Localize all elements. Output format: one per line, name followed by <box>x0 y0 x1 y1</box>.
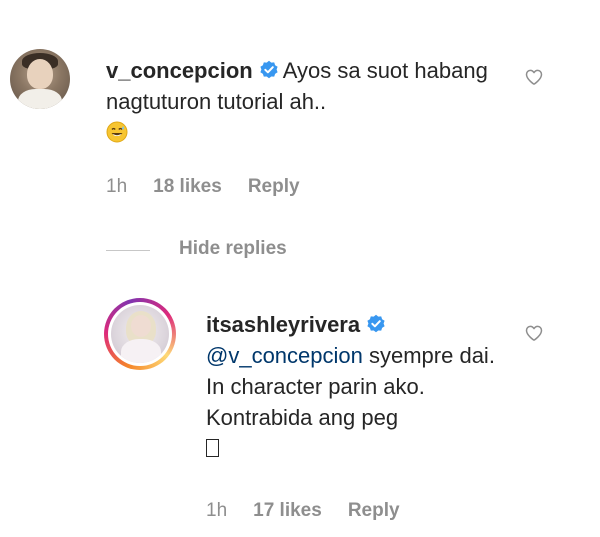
reply-meta: 1h 17 likes Reply <box>206 500 426 522</box>
avatar-itsashleyrivera[interactable] <box>104 298 176 370</box>
avatar-face <box>27 59 53 89</box>
reply-reply-button[interactable]: Reply <box>348 500 400 521</box>
avatar-body <box>121 339 161 363</box>
avatar-body <box>18 89 62 109</box>
comment-reply-button[interactable]: Reply <box>248 176 300 197</box>
reply-time[interactable]: 1h <box>206 500 227 521</box>
verified-badge-icon <box>260 60 278 79</box>
heart-outline-icon[interactable] <box>524 323 544 343</box>
missing-glyph-icon <box>206 439 219 457</box>
comment-meta: 1h 18 likes Reply <box>106 176 326 198</box>
avatar-v-concepcion[interactable] <box>10 49 70 109</box>
reply-body: itsashleyrivera @v_concepcion syempre da… <box>206 309 506 464</box>
comment-time[interactable]: 1h <box>106 176 127 197</box>
emoji-icon <box>106 121 128 143</box>
verified-badge-icon <box>367 314 385 333</box>
hide-replies-button[interactable]: Hide replies <box>179 238 287 260</box>
avatar-photo <box>111 305 169 363</box>
reply-mention-link[interactable]: @v_concepcion <box>206 343 363 368</box>
comment-likes[interactable]: 18 likes <box>153 176 222 197</box>
avatar-face <box>131 315 151 337</box>
hide-replies-divider <box>106 250 150 251</box>
reply-likes[interactable]: 17 likes <box>253 500 322 521</box>
comment-username[interactable]: v_concepcion <box>106 58 253 83</box>
comment-body: v_concepcion Ayos sa suot habang nagtutur… <box>106 55 506 148</box>
reply-username[interactable]: itsashleyrivera <box>206 312 360 337</box>
heart-outline-icon[interactable] <box>524 67 544 87</box>
